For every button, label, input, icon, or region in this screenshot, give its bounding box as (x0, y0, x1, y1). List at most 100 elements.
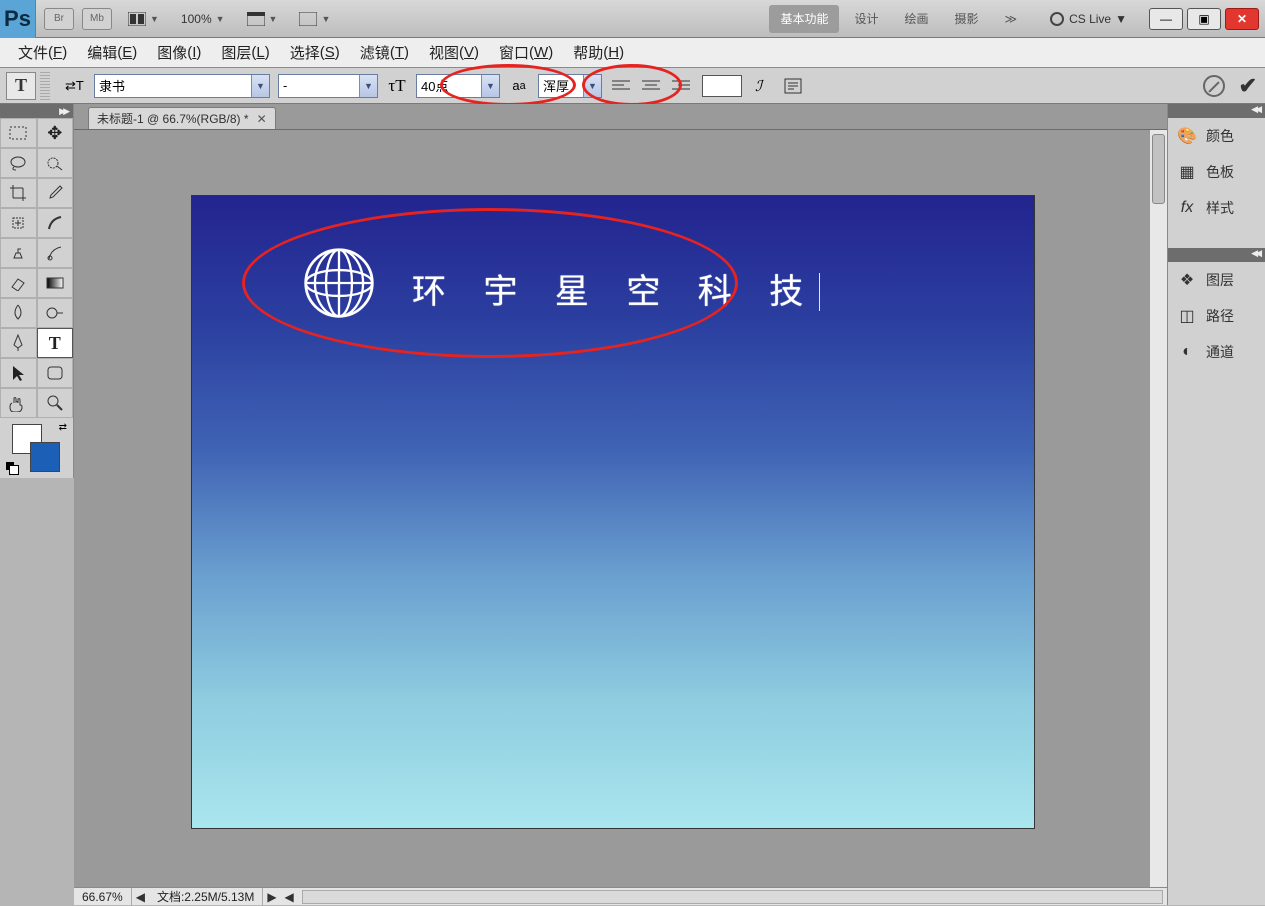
horizontal-scrollbar[interactable] (302, 890, 1163, 904)
align-right-button[interactable] (668, 73, 694, 99)
collapse-icon[interactable]: ◀◀ (1251, 104, 1259, 118)
document-tab-title: 未标题-1 @ 66.7%(RGB/8) * (97, 110, 249, 127)
status-zoom[interactable]: 66.67% (74, 888, 132, 906)
collapse-icon[interactable]: ▶▶ (59, 106, 67, 117)
default-colors-icon[interactable] (6, 462, 18, 474)
canvas-text-layer[interactable]: 环 宇 星 空 科 技 (412, 264, 820, 313)
path-icon: ◫ (1176, 306, 1198, 326)
color-picker[interactable]: ⇄ (0, 418, 73, 478)
palette-icon: 🎨 (1176, 126, 1198, 146)
panel-paths[interactable]: ◫路径 (1168, 298, 1265, 334)
font-family-value[interactable] (99, 78, 265, 93)
app-system-bar: Ps Br Mb ▼ 100%▼ ▼ ▼ 基本功能 设计 绘画 摄影 ≫ CS … (0, 0, 1265, 38)
panel-color[interactable]: 🎨颜色 (1168, 118, 1265, 154)
font-family-combo[interactable]: ▼ (94, 74, 270, 98)
history-brush-tool[interactable] (37, 238, 74, 268)
workspace-tab-essentials[interactable]: 基本功能 (769, 5, 839, 33)
commit-edit-button[interactable]: ✔ (1239, 73, 1257, 99)
blur-tool[interactable] (0, 298, 37, 328)
menu-layer[interactable]: 图层(L) (211, 38, 279, 68)
crop-tool[interactable] (0, 178, 37, 208)
hand-tool[interactable] (0, 388, 37, 418)
workspace-more[interactable]: ≫ (994, 5, 1029, 33)
quick-select-tool[interactable] (37, 148, 74, 178)
document-tab-bar: 未标题-1 @ 66.7%(RGB/8) * ✕ (74, 104, 1167, 130)
menu-image[interactable]: 图像(I) (147, 38, 211, 68)
close-tab-icon[interactable]: ✕ (257, 112, 267, 126)
eyedropper-tool[interactable] (37, 178, 74, 208)
path-select-tool[interactable] (0, 358, 37, 388)
menu-view[interactable]: 视图(V) (419, 38, 489, 68)
warp-text-button[interactable]: ℐ (750, 73, 776, 99)
collapse-icon[interactable]: ◀◀ (1251, 248, 1259, 262)
zoom-tool[interactable] (37, 388, 74, 418)
marquee-tool[interactable] (0, 118, 37, 148)
current-tool-indicator[interactable]: T (6, 72, 36, 100)
window-minimize[interactable]: — (1149, 8, 1183, 30)
workspace-tab-design[interactable]: 设计 (843, 5, 889, 33)
canvas-viewport[interactable]: 环 宇 星 空 科 技 (74, 130, 1167, 887)
workspace-tab-paint[interactable]: 绘画 (893, 5, 939, 33)
align-left-button[interactable] (608, 73, 634, 99)
brush-tool[interactable] (37, 208, 74, 238)
panel-styles[interactable]: fx样式 (1168, 190, 1265, 226)
panel-channels[interactable]: ◐通道 (1168, 334, 1265, 370)
panel-swatches[interactable]: ▦色板 (1168, 154, 1265, 190)
zoom-value: 100% (181, 12, 212, 26)
menu-window[interactable]: 窗口(W) (489, 38, 563, 68)
menu-file[interactable]: 文件(F) (8, 38, 77, 68)
globe-icon (302, 246, 376, 320)
shape-tool[interactable] (37, 358, 74, 388)
font-size-combo[interactable]: ▼ (416, 74, 500, 98)
cslive-button[interactable]: CS Live ▼ (1040, 6, 1137, 32)
scroll-left[interactable]: ◀ (281, 890, 298, 904)
lasso-tool[interactable] (0, 148, 37, 178)
status-prev[interactable]: ◀ (132, 890, 149, 904)
zoom-dropdown[interactable]: 100%▼ (175, 7, 231, 31)
window-close[interactable]: ✕ (1225, 8, 1259, 30)
menu-select[interactable]: 选择(S) (280, 38, 350, 68)
eraser-tool[interactable] (0, 268, 37, 298)
dropdown-arrow-icon[interactable]: ▼ (251, 75, 269, 97)
antialias-combo[interactable]: ▼ (538, 74, 602, 98)
clone-stamp-tool[interactable] (0, 238, 37, 268)
dodge-tool[interactable] (37, 298, 74, 328)
vertical-scrollbar[interactable] (1149, 130, 1167, 887)
doc-layout-dropdown[interactable]: ▼ (293, 7, 336, 31)
healing-brush-tool[interactable] (0, 208, 37, 238)
gradient-tool[interactable] (37, 268, 74, 298)
background-color[interactable] (30, 442, 60, 472)
text-orientation-toggle[interactable]: ⇄T (62, 73, 88, 99)
screen-mode-dropdown[interactable]: ▼ (241, 7, 284, 31)
type-tool[interactable]: T (37, 328, 74, 358)
document-canvas[interactable]: 环 宇 星 空 科 技 (192, 196, 1034, 828)
bridge-button[interactable]: Br (44, 8, 74, 30)
status-next[interactable]: ▶ (263, 890, 280, 904)
workspace-tab-photo[interactable]: 摄影 (944, 5, 990, 33)
fx-icon: fx (1176, 199, 1198, 217)
character-panel-button[interactable] (780, 73, 806, 99)
font-style-combo[interactable]: ▼ (278, 74, 378, 98)
swap-colors-icon[interactable]: ⇄ (59, 422, 67, 433)
menu-help[interactable]: 帮助(H) (563, 38, 634, 68)
font-size-icon: τT (384, 73, 410, 99)
cancel-edit-button[interactable] (1203, 75, 1225, 97)
menu-bar: 文件(F) 编辑(E) 图像(I) 图层(L) 选择(S) 滤镜(T) 视图(V… (0, 38, 1265, 68)
view-arrange-dropdown[interactable]: ▼ (122, 7, 165, 31)
minibridge-button[interactable]: Mb (82, 8, 112, 30)
panel-layers[interactable]: ❖图层 (1168, 262, 1265, 298)
menu-filter[interactable]: 滤镜(T) (350, 38, 419, 68)
menu-edit[interactable]: 编辑(E) (77, 38, 147, 68)
document-tab[interactable]: 未标题-1 @ 66.7%(RGB/8) * ✕ (88, 107, 276, 129)
dropdown-arrow-icon[interactable]: ▼ (481, 75, 499, 97)
move-tool[interactable]: ✥ (37, 118, 74, 148)
dropdown-arrow-icon[interactable]: ▼ (359, 75, 377, 97)
pen-tool[interactable] (0, 328, 37, 358)
options-grip[interactable] (40, 72, 50, 100)
window-maximize[interactable]: ▣ (1187, 8, 1221, 30)
dropdown-arrow-icon[interactable]: ▼ (583, 75, 601, 97)
text-color-swatch[interactable] (702, 75, 742, 97)
grid-icon: ▦ (1176, 162, 1198, 182)
status-docinfo[interactable]: 文档:2.25M/5.13M (149, 888, 263, 906)
align-center-button[interactable] (638, 73, 664, 99)
